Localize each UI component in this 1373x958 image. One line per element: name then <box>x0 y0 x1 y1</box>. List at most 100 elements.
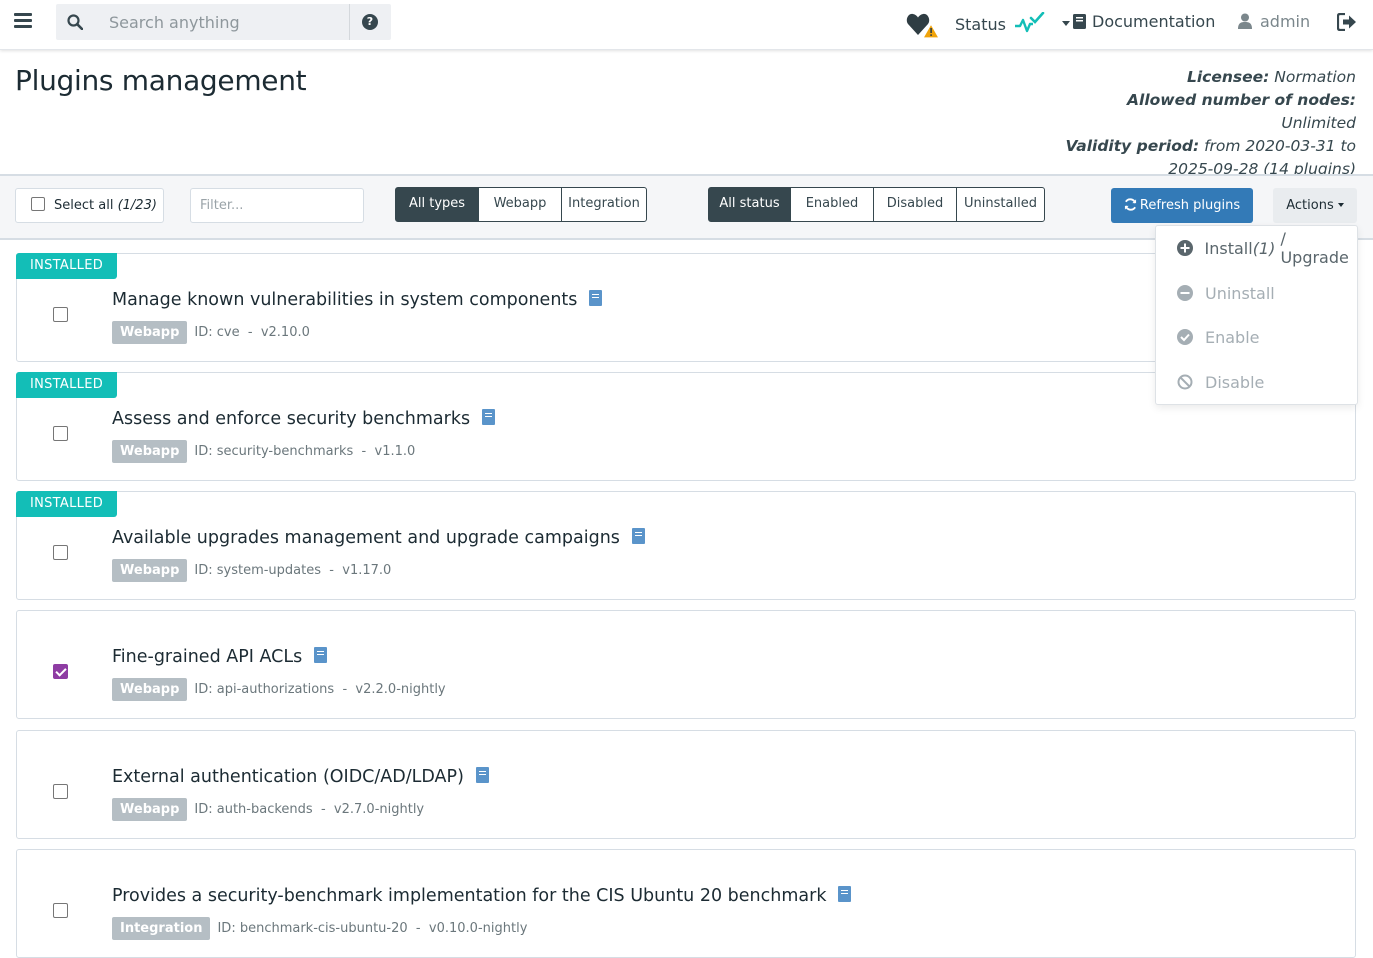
status-filter-group: All status Enabled Disabled Uninstalled <box>708 187 1045 222</box>
plugin-name-row: Assess and enforce security benchmarks <box>112 409 496 429</box>
user-icon <box>1238 13 1252 29</box>
plugin-checkbox[interactable] <box>53 784 68 799</box>
plus-circle-icon <box>1177 240 1193 256</box>
health-indicator[interactable] <box>906 11 941 61</box>
plugin-id: ID: system-updates <box>194 563 322 578</box>
plugin-checkbox[interactable] <box>53 903 68 918</box>
plugin-checkbox[interactable] <box>53 545 68 560</box>
plugin-name: Assess and enforce security benchmarks <box>112 409 471 429</box>
menu-item-install-upgrade[interactable]: Install (1) / Upgrade <box>1177 229 1357 267</box>
menu-item-disable[interactable]: Disable <box>1177 370 1264 394</box>
menu-item-uninstall[interactable]: Uninstall <box>1177 281 1275 305</box>
licensee-value: Normation <box>1274 68 1356 86</box>
filter-enabled[interactable]: Enabled <box>790 187 874 222</box>
plugin-type-tag: Webapp <box>112 440 188 463</box>
actions-button[interactable]: Actions <box>1273 188 1357 223</box>
installed-badge: INSTALLED <box>16 372 117 398</box>
plugin-type-tag: Webapp <box>112 559 188 582</box>
plugin-version: v2.10.0 <box>260 325 310 340</box>
plugin-doc-icon[interactable] <box>838 886 852 902</box>
plugin-card: Provides a security-benchmark implementa… <box>16 849 1356 958</box>
menu-item-enable[interactable]: Enable <box>1177 325 1260 349</box>
filter-all-types[interactable]: All types <box>395 187 479 222</box>
documentation-link[interactable]: Documentation <box>1073 12 1215 62</box>
install-label: Install <box>1204 238 1253 258</box>
plugin-name: Manage known vulnerabilities in system c… <box>112 290 578 310</box>
plugin-doc-icon[interactable] <box>631 528 645 544</box>
upgrade-label: / Upgrade <box>1280 229 1349 267</box>
status-label: Status <box>955 15 1006 34</box>
plugin-doc-icon[interactable] <box>589 290 603 306</box>
plugin-name-row: Fine-grained API ACLs <box>112 647 328 667</box>
plugin-meta: Integration ID: benchmark-cis-ubuntu-20 -… <box>112 917 527 940</box>
licensee-label: Licensee: <box>1186 68 1270 86</box>
caret-down-icon <box>1337 202 1344 207</box>
plugin-type-tag: Webapp <box>112 798 188 821</box>
plugin-name: Available upgrades management and upgrad… <box>112 528 620 548</box>
help-icon[interactable]: ? <box>362 14 378 30</box>
filter-input[interactable] <box>190 188 364 223</box>
chevron-down-icon <box>1062 21 1071 26</box>
refresh-icon <box>1124 198 1136 211</box>
plugin-id: ID: benchmark-cis-ubuntu-20 <box>217 921 408 936</box>
plugin-checkbox-checked[interactable] <box>53 664 68 679</box>
plugin-meta: Webapp ID: auth-backends - v2.7.0-nightly <box>112 798 424 821</box>
plugin-meta: Webapp ID: cve - v2.10.0 <box>112 321 310 344</box>
installed-badge: INSTALLED <box>16 253 117 279</box>
filter-webapp[interactable]: Webapp <box>478 187 562 222</box>
top-navbar: Search anything ? Status Documentation a… <box>0 0 1373 50</box>
filter-integration[interactable]: Integration <box>561 187 647 222</box>
refresh-label: Refresh plugins <box>1139 198 1241 213</box>
status-menu[interactable]: Status <box>955 11 1071 62</box>
nodes-value: Unlimited <box>1281 114 1356 132</box>
select-all-control[interactable]: Select all (1/23) <box>15 188 164 223</box>
select-all-count: (1/23) <box>117 198 157 213</box>
plugin-name-row: Manage known vulnerabilities in system c… <box>112 290 603 310</box>
page-title: Plugins management <box>15 64 307 97</box>
plugin-name-row: Available upgrades management and upgrad… <box>112 528 645 548</box>
plugin-doc-icon[interactable] <box>475 767 489 783</box>
filter-uninstalled[interactable]: Uninstalled <box>956 187 1045 222</box>
plugin-doc-icon[interactable] <box>482 409 496 425</box>
plugin-meta: Webapp ID: system-updates - v1.17.0 <box>112 559 391 582</box>
heart-warning-icon <box>906 13 941 39</box>
plugin-doc-icon[interactable] <box>314 647 328 663</box>
select-all-label-wrap: Select all (1/23) <box>54 198 157 213</box>
plugin-checkbox[interactable] <box>53 307 68 322</box>
plugin-name: Fine-grained API ACLs <box>112 647 303 667</box>
filter-disabled[interactable]: Disabled <box>873 187 957 222</box>
plugin-meta: Webapp ID: security-benchmarks - v1.1.0 <box>112 440 415 463</box>
plugin-name: External authentication (OIDC/AD/LDAP) <box>112 767 464 787</box>
select-all-label: Select all <box>54 198 114 213</box>
menu-toggle-icon[interactable] <box>14 13 32 31</box>
user-menu[interactable]: admin <box>1238 12 1310 62</box>
filter-all-status[interactable]: All status <box>708 187 791 222</box>
global-search[interactable]: Search anything ? <box>56 4 391 40</box>
search-icon <box>67 14 83 30</box>
nodes-label: Allowed number of nodes: <box>1127 91 1356 109</box>
plugin-meta: Webapp ID: api-authorizations - v2.2.0-ni… <box>112 678 446 701</box>
select-all-checkbox[interactable] <box>31 197 45 211</box>
plugin-checkbox[interactable] <box>53 426 68 441</box>
plugin-id: ID: api-authorizations <box>194 682 335 697</box>
plugin-version: v1.1.0 <box>374 444 416 459</box>
refresh-plugins-button[interactable]: Refresh plugins <box>1111 188 1253 223</box>
ban-icon <box>1177 374 1193 390</box>
plugin-type-tag: Webapp <box>112 678 188 701</box>
enable-label: Enable <box>1205 327 1260 347</box>
plugin-name: Provides a security-benchmark implementa… <box>112 886 827 906</box>
plugin-id: ID: security-benchmarks <box>194 444 354 459</box>
plugin-id: ID: cve <box>194 325 240 340</box>
uninstall-label: Uninstall <box>1205 283 1275 303</box>
plugin-card: External authentication (OIDC/AD/LDAP) W… <box>16 730 1356 839</box>
plugin-card: Fine-grained API ACLs Webapp ID: api-auth… <box>16 610 1356 719</box>
plugin-id: ID: auth-backends <box>194 802 313 817</box>
disable-label: Disable <box>1205 372 1265 392</box>
search-input[interactable]: Search anything <box>109 13 240 32</box>
plugin-name-row: Provides a security-benchmark implementa… <box>112 886 852 906</box>
logout-button[interactable] <box>1336 12 1357 63</box>
actions-dropdown-menu: Install (1) / Upgrade Uninstall Enable Di… <box>1155 225 1358 405</box>
logout-icon <box>1336 12 1356 32</box>
plugin-version: v2.2.0-nightly <box>355 682 446 697</box>
plugin-type-tag: Integration <box>112 917 211 940</box>
